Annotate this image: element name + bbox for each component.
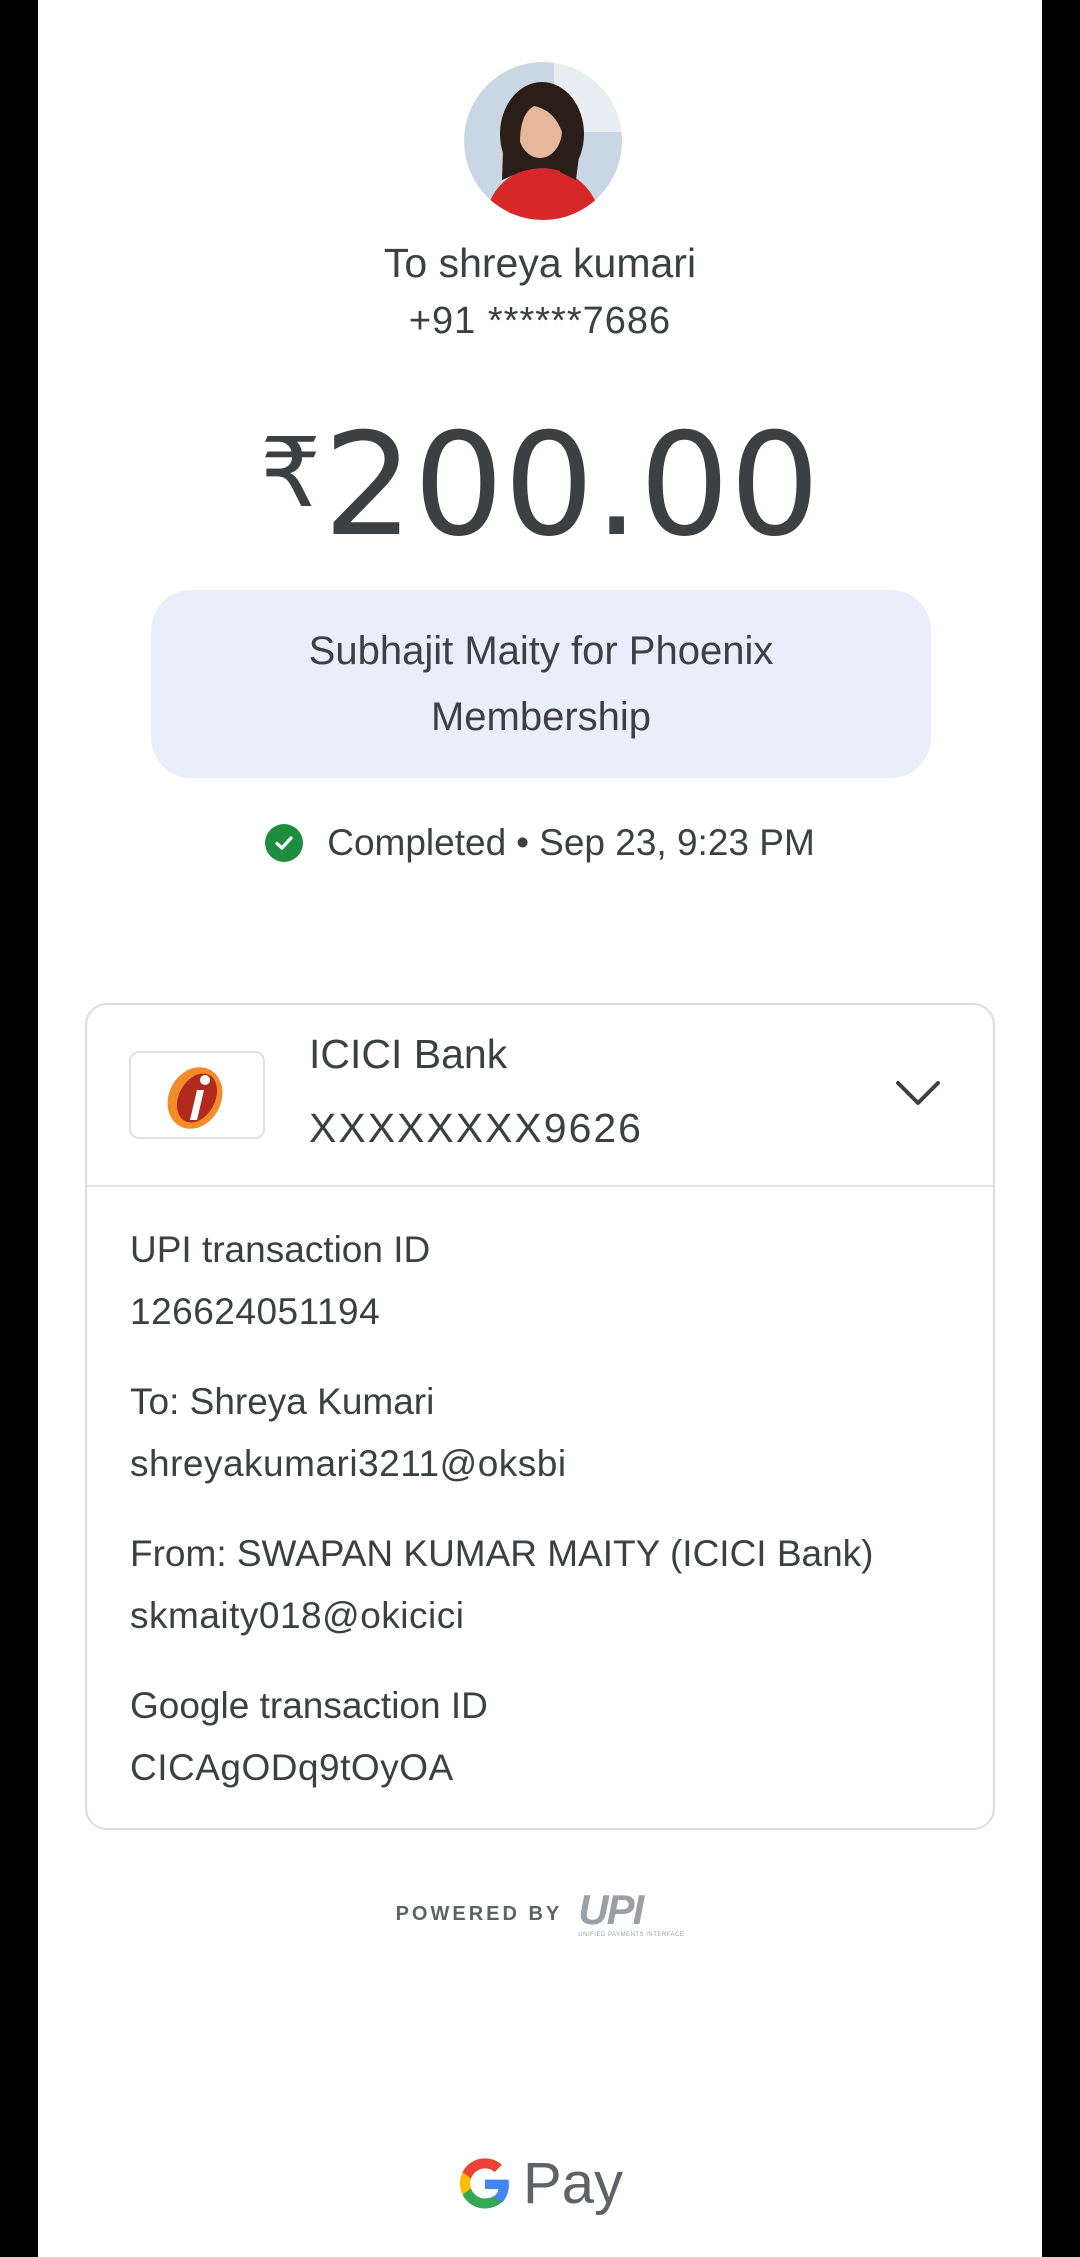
- from-label: From: SWAPAN KUMAR MAITY (ICICI Bank): [130, 1533, 874, 1574]
- status-datetime: Sep 23, 9:23 PM: [539, 822, 815, 863]
- from-upi-id[interactable]: skmaity018@okicici: [130, 1595, 464, 1637]
- bank-name: ICICI Bank: [309, 1031, 508, 1077]
- amount-value: 200.00: [323, 403, 820, 568]
- status-label: Completed: [327, 822, 507, 863]
- to-label: To: Shreya Kumari: [130, 1381, 435, 1422]
- status-separator: •: [516, 822, 530, 863]
- check-circle-icon: [265, 824, 304, 862]
- upi-transaction-id-label: UPI transaction ID: [130, 1229, 431, 1270]
- recipient-avatar[interactable]: [464, 62, 622, 220]
- avatar-photo: [464, 62, 622, 220]
- gpay-logo: Pay: [38, 2150, 1042, 2217]
- chevron-down-icon[interactable]: [893, 1075, 943, 1111]
- powered-by-upi: POWERED BY UPI UNIFIED PAYMENTS INTERFAC…: [38, 1886, 1042, 1939]
- payment-amount: ₹200.00: [38, 398, 1042, 561]
- transaction-receipt-screen: To shreya kumari +91 ******7686 ₹200.00 …: [38, 0, 1042, 2257]
- payment-note-text: Subhajit Maity for Phoenix Membership: [308, 629, 774, 739]
- to-upi-id[interactable]: shreyakumari3211@oksbi: [130, 1443, 567, 1485]
- google-g-icon: [459, 2157, 509, 2208]
- payment-status: Completed • Sep 23, 9:23 PM: [38, 822, 1042, 864]
- upi-logo-icon: UPI UNIFIED PAYMENTS INTERFACE: [578, 1886, 685, 1939]
- recipient-phone: +91 ******7686: [408, 300, 672, 342]
- gpay-wordmark: Pay: [523, 2151, 623, 2216]
- bank-account-number: XXXXXXXX9626: [309, 1105, 643, 1151]
- google-transaction-id-value[interactable]: CICAgODq9tOyOA: [130, 1747, 454, 1789]
- upi-transaction-id-value[interactable]: 126624051194: [130, 1291, 380, 1333]
- currency-symbol: ₹: [260, 417, 322, 529]
- upi-mark: UPI: [578, 1886, 644, 1933]
- recipient-name: To shreya kumari: [383, 240, 697, 286]
- icici-logo-icon: [129, 1051, 265, 1139]
- transaction-details-card: ICICI Bank XXXXXXXX9626 UPI transaction …: [85, 1003, 995, 1830]
- google-transaction-id-label: Google transaction ID: [130, 1685, 488, 1726]
- upi-subtitle: UNIFIED PAYMENTS INTERFACE: [578, 1932, 685, 1938]
- payment-note: Subhajit Maity for Phoenix Membership: [151, 590, 931, 778]
- bank-account-row[interactable]: ICICI Bank XXXXXXXX9626: [87, 1005, 993, 1187]
- powered-by-label: POWERED BY: [395, 1902, 563, 1925]
